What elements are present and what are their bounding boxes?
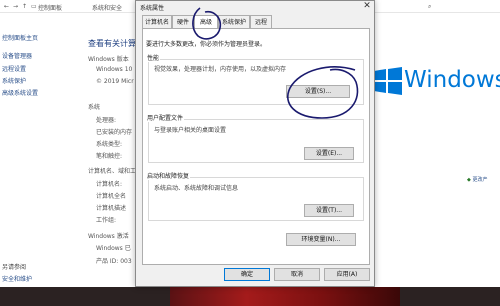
close-icon[interactable]: ✕ <box>358 1 376 12</box>
startup-desc: 系统启动、系统故障和调试信息 <box>154 185 239 192</box>
cancel-button[interactable]: 取消 <box>274 268 320 281</box>
forward-icon[interactable]: → <box>13 3 18 10</box>
sidebar-item-security[interactable]: 安全和维护 <box>2 274 32 283</box>
description-label: 计算机描述 <box>96 205 127 212</box>
activation-status: Windows 已 <box>96 245 131 252</box>
change-product-key-link[interactable]: ◆ 更改产 <box>467 176 500 186</box>
user-profiles-title: 用户配置文件 <box>146 113 185 122</box>
system-properties-dialog: 系统属性 ✕ 计算机名 硬件 高级 系统保护 远程 要进行大多数更改，你必须作为… <box>135 0 375 287</box>
wallpaper-strip <box>170 287 400 306</box>
dialog-title: 系统属性 <box>140 5 165 12</box>
windows-logo-text: Windows <box>404 67 500 93</box>
system-type-label: 系统类型: <box>96 141 123 148</box>
full-name-label: 计算机全名 <box>96 193 127 200</box>
activation-label: Windows 激活 <box>88 233 129 240</box>
copyright: © 2019 Micr <box>96 78 134 85</box>
sidebar-item-remote[interactable]: 远程设置 <box>2 64 26 73</box>
folder-icon: ▭ <box>31 3 37 10</box>
shield-icon: ◆ <box>467 177 471 183</box>
performance-desc: 视觉效果，处理器计划，内存使用，以及虚拟内存 <box>154 66 287 73</box>
search-icon[interactable]: ⌕ <box>428 3 431 11</box>
startup-title: 启动和故障恢复 <box>146 171 191 180</box>
sidebar: 控制面板主页 设备管理器 远程设置 系统保护 高级系统设置 另请参阅 安全和维护 <box>0 28 80 283</box>
environment-variables-button[interactable]: 环境变量(N)... <box>286 233 356 246</box>
product-id: 产品 ID: 003 <box>96 258 132 265</box>
breadcrumb-item[interactable]: 系统和安全 <box>92 3 122 12</box>
sidebar-see-also: 另请参阅 <box>2 264 27 271</box>
back-icon[interactable]: ← <box>4 3 9 10</box>
user-profiles-settings-button[interactable]: 设置(E)... <box>304 147 354 160</box>
workgroup-label: 工作组: <box>96 217 117 224</box>
tab-advanced[interactable]: 高级 <box>194 15 218 29</box>
pen-touch-label: 笔和触控: <box>96 153 123 160</box>
breadcrumb-item[interactable]: 控制面板 <box>38 3 62 12</box>
up-icon[interactable]: ↑ <box>22 3 27 10</box>
windows-name: Windows 10 <box>96 66 133 73</box>
computer-name-group: 计算机名、域和工 <box>88 168 137 175</box>
tab-system-protection[interactable]: 系统保护 <box>218 15 250 28</box>
admin-note: 要进行大多数更改，你必须作为管理员登录。 <box>146 41 267 48</box>
apply-button[interactable]: 应用(A) <box>324 268 370 281</box>
sidebar-item-home[interactable]: 控制面板主页 <box>2 33 38 42</box>
tab-computer-name[interactable]: 计算机名 <box>142 15 172 28</box>
system-label: 系统 <box>88 104 101 111</box>
windows-edition-label: Windows 版本 <box>88 56 129 63</box>
user-profiles-desc: 与登录账户相关的桌面设置 <box>154 127 227 134</box>
computer-name-label: 计算机名: <box>96 181 123 188</box>
processor-label: 处理器: <box>96 117 117 124</box>
performance-settings-button[interactable]: 设置(S)... <box>286 85 350 98</box>
sidebar-item-device-manager[interactable]: 设备管理器 <box>2 51 32 60</box>
sidebar-item-advanced[interactable]: 高级系统设置 <box>2 88 38 97</box>
tab-remote[interactable]: 远程 <box>250 15 272 28</box>
ram-label: 已安装的内存 <box>96 129 133 136</box>
tab-hardware[interactable]: 硬件 <box>172 15 194 28</box>
startup-settings-button[interactable]: 设置(T)... <box>304 204 354 217</box>
performance-title: 性能 <box>146 53 161 62</box>
windows-flag-icon <box>374 67 402 95</box>
ok-button[interactable]: 确定 <box>224 268 270 281</box>
sidebar-item-protection[interactable]: 系统保护 <box>2 76 26 85</box>
